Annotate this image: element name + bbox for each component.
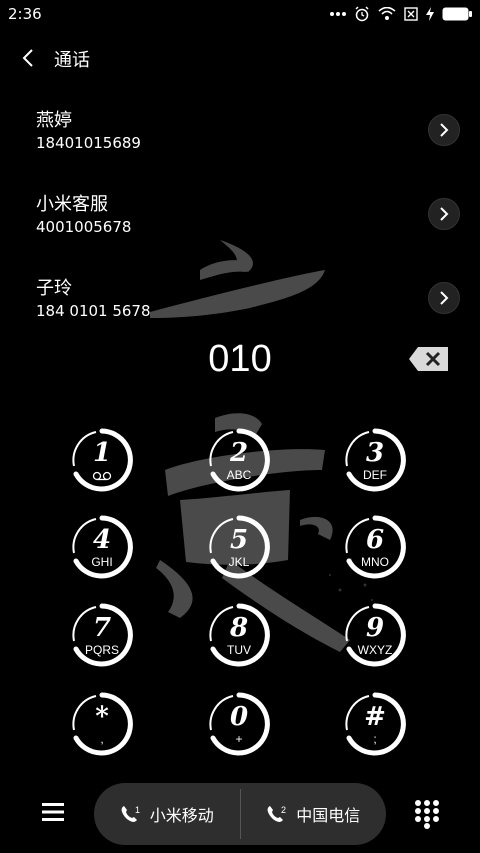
contact-row[interactable]: 燕婷 18401015689 <box>0 98 480 182</box>
keypad-key-9[interactable]: 9 WXYZ <box>343 603 407 667</box>
contact-name: 燕婷 <box>36 110 72 131</box>
contact-detail-button[interactable] <box>428 282 460 314</box>
key-digit: 8 <box>229 613 249 643</box>
contact-number: 4001005678 <box>36 218 132 236</box>
keypad-key-3[interactable]: 3 DEF <box>343 428 407 492</box>
key-digit: 7 <box>92 613 112 643</box>
keypad-key-hash[interactable]: #; <box>343 692 407 756</box>
charging-icon <box>426 7 434 21</box>
backspace-button[interactable] <box>408 346 450 372</box>
voicemail-icon <box>92 471 112 481</box>
header: 通话 <box>0 36 480 80</box>
more-dots-icon <box>330 12 346 16</box>
phone-sim1-icon: 1 <box>121 805 140 822</box>
keypad-key-5[interactable]: 5 JKL <box>207 515 271 579</box>
chevron-right-icon <box>440 123 449 137</box>
key-letters: TUV <box>227 643 251 657</box>
contact-suggestions: 燕婷 18401015689 小米客服 4001005678 子玲 184 01… <box>0 98 480 320</box>
keypad: 1 2 ABC 3 DEF 4 GHI 5 JKL 6 MNO 7 PQRS 8 TUV 9 WXYZ *, 0 + #… <box>0 420 480 760</box>
alarm-icon <box>355 6 369 22</box>
key-digit: 5 <box>229 525 249 555</box>
status-icons <box>330 6 472 22</box>
contact-number: 18401015689 <box>36 134 141 152</box>
backspace-icon <box>409 347 448 371</box>
contact-detail-button[interactable] <box>428 114 460 146</box>
battery-icon <box>442 7 472 21</box>
chevron-right-icon <box>440 291 449 305</box>
key-digit: 2 <box>229 438 249 468</box>
contact-detail-button[interactable] <box>428 198 460 230</box>
phone-sim2-icon: 2 <box>267 805 286 822</box>
call-sim2-button[interactable]: 2 中国电信 <box>241 783 387 845</box>
sim1-label: 小米移动 <box>149 806 214 825</box>
contact-name: 子玲 <box>36 278 72 299</box>
key-digit: 3 <box>365 438 385 468</box>
keypad-key-4[interactable]: 4 GHI <box>70 515 134 579</box>
key-letters: , <box>100 732 104 746</box>
key-letters: JKL <box>228 555 250 569</box>
status-time: 2:36 <box>8 5 42 23</box>
key-letters: ; <box>373 732 377 746</box>
chevron-right-icon <box>440 207 449 221</box>
bottom-bar: 1 小米移动 2 中国电信 <box>0 783 480 847</box>
no-sim-icon <box>404 7 418 21</box>
back-button[interactable] <box>14 44 42 72</box>
keypad-key-7[interactable]: 7 PQRS <box>70 603 134 667</box>
page-title: 通话 <box>54 50 90 71</box>
sim1-index: 1 <box>135 805 140 815</box>
keypad-key-star[interactable]: *, <box>70 692 134 756</box>
key-digit: 9 <box>365 613 385 643</box>
keypad-key-1[interactable]: 1 <box>70 428 134 492</box>
key-digit: 4 <box>92 525 112 555</box>
key-digit: 6 <box>365 525 385 555</box>
keypad-key-0[interactable]: 0 + <box>207 692 271 756</box>
call-sim1-button[interactable]: 1 小米移动 <box>94 783 240 845</box>
contact-row[interactable]: 子玲 184 0101 5678 <box>0 266 480 320</box>
dialpad-toggle-button[interactable] <box>414 799 440 829</box>
status-bar: 2:36 <box>0 0 480 30</box>
key-digit: # <box>364 702 386 732</box>
sim2-index: 2 <box>281 805 286 815</box>
keypad-key-6[interactable]: 6 MNO <box>343 515 407 579</box>
contact-name: 小米客服 <box>36 194 108 215</box>
chevron-left-icon <box>22 49 33 67</box>
key-letters: DEF <box>363 468 387 482</box>
hamburger-menu-icon <box>42 803 64 821</box>
contact-number: 184 0101 5678 <box>36 302 151 320</box>
key-digit: * <box>95 702 109 732</box>
key-digit: 0 <box>229 702 249 732</box>
keypad-key-8[interactable]: 8 TUV <box>207 603 271 667</box>
wifi-icon <box>378 7 396 20</box>
keypad-key-2[interactable]: 2 ABC <box>207 428 271 492</box>
key-letters: + <box>235 732 243 746</box>
sim-call-buttons: 1 小米移动 2 中国电信 <box>94 783 386 845</box>
contact-row[interactable]: 小米客服 4001005678 <box>0 182 480 266</box>
key-digit: 1 <box>92 438 112 468</box>
key-letters: ABC <box>226 468 252 482</box>
key-letters: PQRS <box>84 643 119 657</box>
dialpad-icon <box>415 800 439 829</box>
sim2-label: 中国电信 <box>296 806 361 825</box>
key-letters: WXYZ <box>357 643 393 657</box>
key-letters: MNO <box>361 555 389 569</box>
key-letters: GHI <box>91 555 113 569</box>
menu-button[interactable] <box>40 801 66 823</box>
